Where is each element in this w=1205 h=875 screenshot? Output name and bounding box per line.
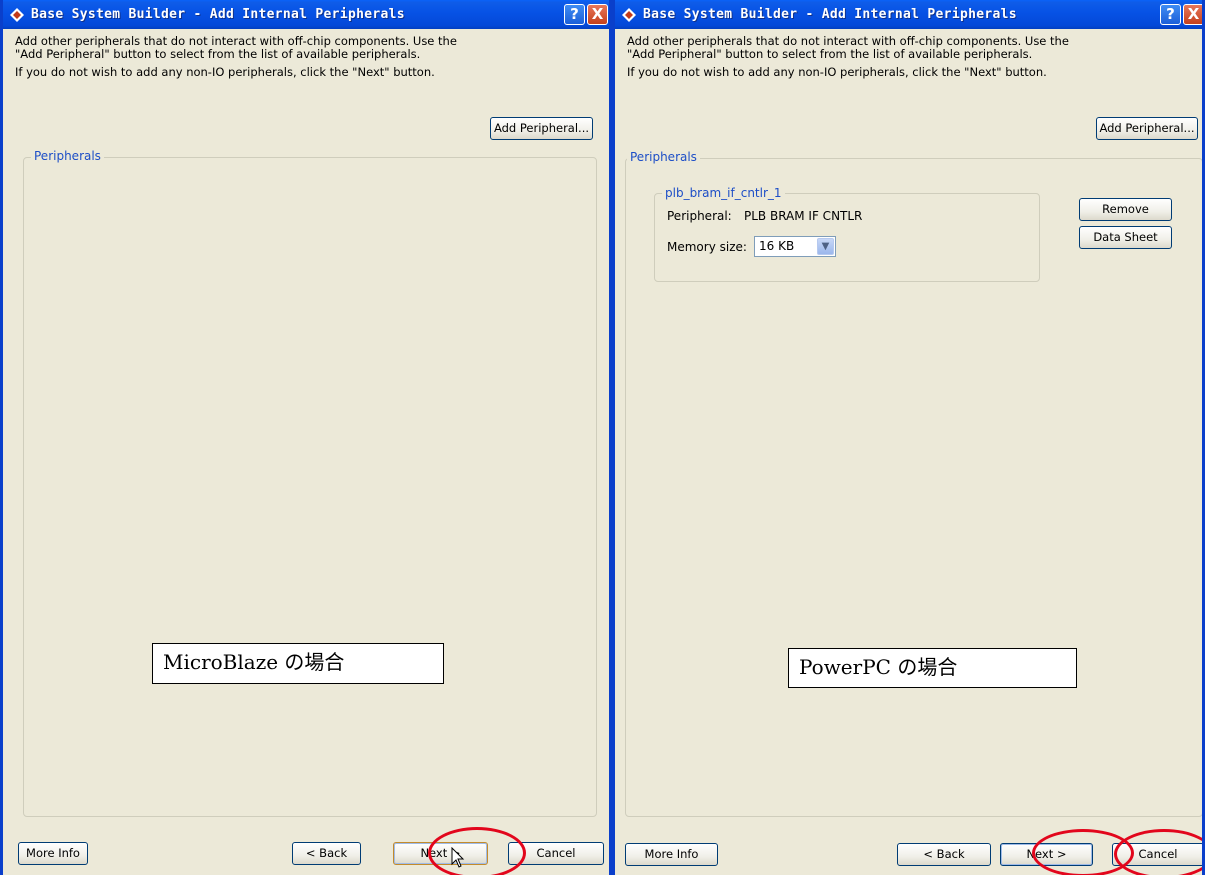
highlight-ellipse [1114,829,1202,875]
description: Add other peripherals that do not intera… [15,35,457,79]
highlight-ellipse [428,827,526,875]
more-info-button[interactable]: More Info [625,843,718,866]
close-icon[interactable]: X [1183,4,1202,25]
app-icon [621,7,637,23]
back-button[interactable]: < Back [292,842,361,865]
window-title: Base System Builder - Add Internal Perip… [31,7,405,22]
description-line: If you do not wish to add any non-IO per… [627,65,1047,79]
add-peripheral-button[interactable]: Add Peripheral... [490,117,593,140]
description-line: If you do not wish to add any non-IO per… [15,65,435,79]
dropdown-arrow-icon[interactable]: ▼ [817,238,834,255]
peripherals-group-label: Peripherals [627,150,700,164]
peripheral-instance-box [654,193,1040,282]
description-line: "Add Peripheral" button to select from t… [627,47,1033,61]
peripherals-groupbox [23,157,597,817]
annotation-label: MicroBlaze の場合 [152,643,444,684]
peripherals-group-label: Peripherals [31,149,104,163]
data-sheet-button[interactable]: Data Sheet [1079,226,1172,249]
more-info-button[interactable]: More Info [18,842,88,865]
peripheral-type-value: PLB BRAM IF CNTLR [744,209,863,223]
title-bar[interactable]: Base System Builder - Add Internal Perip… [615,0,1202,29]
annotation-label: PowerPC の場合 [788,648,1077,688]
memory-size-value: 16 KB [759,239,795,253]
memory-size-select[interactable]: 16 KB ▼ [754,236,836,257]
peripheral-type-label: Peripheral: [667,209,732,223]
close-icon[interactable]: X [587,4,608,25]
description-line: "Add Peripheral" button to select from t… [15,47,421,61]
help-icon[interactable]: ? [1160,4,1181,25]
add-peripheral-button[interactable]: Add Peripheral... [1096,117,1198,140]
description: Add other peripherals that do not intera… [627,35,1069,79]
dialog-window-microblaze: Base System Builder - Add Internal Perip… [0,0,612,875]
mouse-cursor-icon [451,847,465,868]
app-icon [9,7,25,23]
dialog-window-powerpc: Base System Builder - Add Internal Perip… [612,0,1205,875]
remove-button[interactable]: Remove [1079,198,1172,221]
back-button[interactable]: < Back [897,843,991,866]
help-icon[interactable]: ? [564,4,585,25]
peripheral-instance-name: plb_bram_if_cntlr_1 [662,186,785,200]
window-title: Base System Builder - Add Internal Perip… [643,7,1017,22]
memory-size-label: Memory size: [667,240,747,254]
title-bar[interactable]: Base System Builder - Add Internal Perip… [3,0,609,29]
